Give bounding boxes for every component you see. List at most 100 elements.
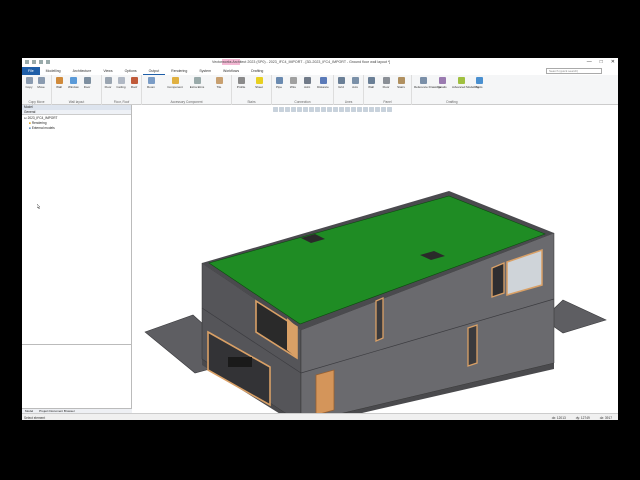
component-button[interactable]: Component [166, 77, 184, 89]
advanced-modelling-button[interactable]: Advanced Modelling [452, 77, 479, 89]
sheet-icon [255, 77, 263, 84]
ribbon-group-wall-layout: Wall Window Door Wall layout [52, 75, 102, 105]
panel-floor-button[interactable]: Floor [381, 77, 391, 89]
maximize-icon[interactable]: □ [600, 59, 603, 65]
view-tool-icon[interactable] [375, 107, 380, 112]
door-button[interactable]: Door [82, 77, 92, 89]
window-button[interactable]: Window [68, 77, 79, 89]
ribbon-group-accessory: Room Component Extra Elms Tile Accessory… [142, 75, 232, 105]
view-tool-icon[interactable] [303, 107, 308, 112]
tile-button[interactable]: Tile [214, 77, 224, 89]
view-tool-icon[interactable] [363, 107, 368, 112]
ribbon-group-label: Stairs [247, 100, 256, 104]
quick-access-toolbar[interactable] [25, 60, 50, 64]
tab-views[interactable]: Views [97, 67, 118, 75]
ribbon: Copy Move Copy Move Wall Window Door Wal… [22, 75, 618, 105]
ceiling-button[interactable]: Ceiling [116, 77, 126, 89]
ribbon-tabs: File Modelling Architecture Views Option… [22, 67, 618, 75]
profile-button[interactable]: Profile [236, 77, 246, 89]
tab-options[interactable]: Options [119, 67, 143, 75]
reference-drawings-button[interactable]: Reference Drawings [414, 77, 441, 89]
ribbon-group-drafting: Reference Drawings Details Advanced Mode… [412, 75, 492, 105]
move-icon [37, 77, 45, 84]
view-tool-icon[interactable] [315, 107, 320, 112]
ribbon-group-label: Connection [294, 100, 311, 104]
side-upper-window-1 [375, 297, 384, 342]
panel-wall-button[interactable]: Wall [366, 77, 376, 89]
reference-drawings-icon [419, 77, 427, 84]
grid-button[interactable]: Grid [336, 77, 346, 89]
tab-modelling[interactable]: Modelling [40, 67, 67, 75]
ribbon-group-copy-move: Copy Move Copy Move [22, 75, 52, 105]
tab-system[interactable]: System [193, 67, 217, 75]
extra-elms-button[interactable]: Extra Elms [188, 77, 206, 89]
axis-button[interactable]: Axis [350, 77, 360, 89]
view-tool-icon[interactable] [357, 107, 362, 112]
floor-button[interactable]: Floor [103, 77, 113, 89]
pipe-icon [275, 77, 283, 84]
room-button[interactable]: Room [146, 77, 156, 89]
details-button[interactable]: Details [436, 77, 448, 89]
view-tool-icon[interactable] [369, 107, 374, 112]
wall-button[interactable]: Wall [54, 77, 64, 89]
view-tool-icon[interactable] [327, 107, 332, 112]
copy-button[interactable]: Copy [24, 77, 34, 89]
view-tool-icon[interactable] [291, 107, 296, 112]
view-tool-icon[interactable] [339, 107, 344, 112]
advanced-modelling-icon [457, 77, 465, 84]
joint-button[interactable]: Joint [302, 77, 312, 89]
search-input[interactable]: Search (quick search) [546, 68, 602, 74]
view-tool-icon[interactable] [279, 107, 284, 112]
view-tool-icon[interactable] [387, 107, 392, 112]
sheet-button[interactable]: Sheet [254, 77, 264, 89]
3d-viewport[interactable] [133, 105, 618, 420]
view-toolbar [273, 107, 392, 112]
move-button[interactable]: Move [36, 77, 46, 89]
panel-wall-icon [367, 77, 375, 84]
minimize-icon[interactable]: — [587, 59, 592, 65]
view-tool-icon[interactable] [273, 107, 278, 112]
window-controls: — □ ✕ [587, 59, 615, 65]
pipe-button[interactable]: Pipe [274, 77, 284, 89]
copy-icon [25, 77, 33, 84]
ribbon-group-stairs: Profile Sheet Stairs [232, 75, 272, 105]
close-icon[interactable]: ✕ [611, 59, 615, 65]
tools-button[interactable]: Tools [474, 77, 484, 89]
view-tool-icon[interactable] [351, 107, 356, 112]
distance-button[interactable]: Distance [316, 77, 330, 89]
view-tool-icon[interactable] [321, 107, 326, 112]
coord-dy: dy: 12749 [575, 416, 590, 420]
side-lower-window [467, 324, 478, 367]
tab-architecture[interactable]: Architecture [67, 67, 98, 75]
distance-icon [319, 77, 327, 84]
view-tool-icon[interactable] [309, 107, 314, 112]
model-panel: Model General ⊟ 2023_IFC4_IMPORT ■ Rende… [22, 105, 132, 413]
tab-workflows[interactable]: Workflows [217, 67, 245, 75]
window-title: Vectorworks Architect 2023 (SP0) - 2023_… [212, 60, 391, 64]
view-tool-icon[interactable] [381, 107, 386, 112]
view-tool-icon[interactable] [285, 107, 290, 112]
ribbon-group-label: Drafting [446, 100, 458, 104]
ribbon-group-floor-roof: Floor Ceiling Roof Floor, Roof [102, 75, 142, 105]
details-icon [438, 77, 446, 84]
view-tool-icon[interactable] [297, 107, 302, 112]
model-tree: ⊟ 2023_IFC4_IMPORT ■ Rendering ■ Externa… [22, 115, 131, 132]
wall-icon [55, 77, 63, 84]
wire-button[interactable]: Wire [288, 77, 298, 89]
ceiling-icon [117, 77, 125, 84]
window-icon [69, 77, 77, 84]
coord-dx: dx: 12013 [551, 416, 566, 420]
panel-divider[interactable] [22, 344, 132, 345]
ribbon-group-panel: Wall Floor Stairs Panel [364, 75, 412, 105]
tab-output[interactable]: Output [142, 67, 166, 75]
tab-rendering[interactable]: Rendering [165, 67, 193, 75]
tab-file[interactable]: File [22, 67, 40, 75]
folder-icon: ■ [29, 126, 31, 130]
roof-button[interactable]: Roof [129, 77, 139, 89]
panel-stairs-button[interactable]: Stairs [396, 77, 406, 89]
view-tool-icon[interactable] [333, 107, 338, 112]
view-tool-icon[interactable] [345, 107, 350, 112]
tab-drafting[interactable]: Drafting [245, 67, 269, 75]
tree-item-external-models[interactable]: ■ External models [24, 126, 129, 131]
building-model[interactable] [133, 105, 618, 420]
